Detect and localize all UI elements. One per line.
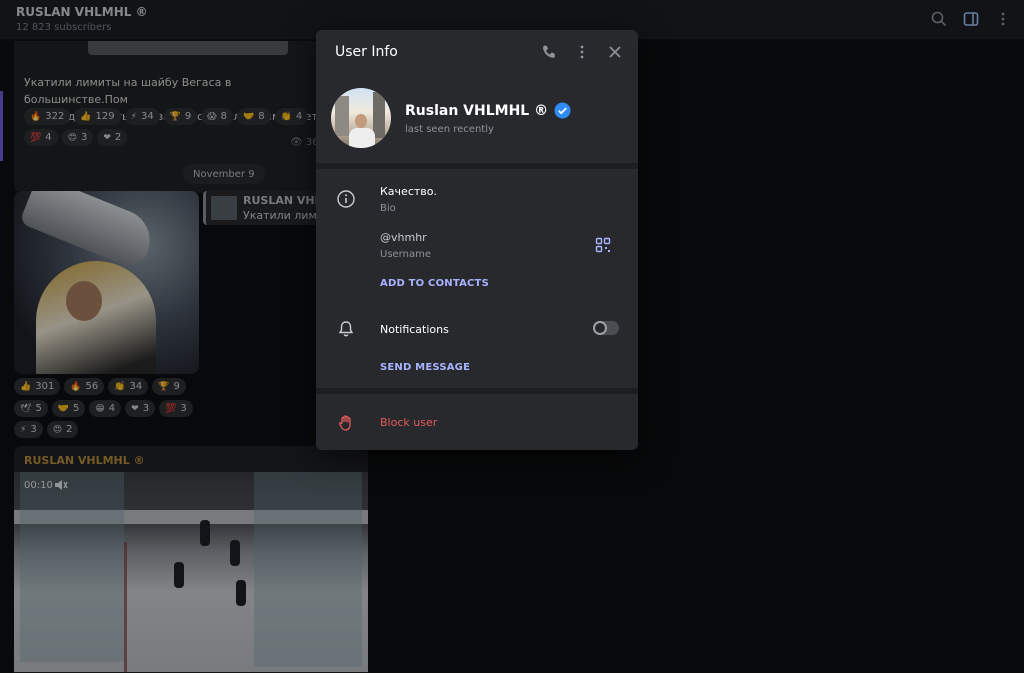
add-to-contacts-button[interactable]: ADD TO CONTACTS: [380, 278, 489, 289]
bio-label: Bio: [380, 203, 396, 214]
hand-stop-icon: [336, 413, 356, 433]
user-status: last seen recently: [405, 124, 494, 135]
info-icon: [336, 189, 356, 209]
verified-badge-icon: [554, 102, 571, 119]
avatar-building: [373, 92, 385, 138]
more-vertical-icon[interactable]: [573, 43, 591, 61]
section-divider: [316, 388, 638, 394]
qr-code-icon[interactable]: [595, 237, 611, 253]
block-user-button[interactable]: Block user: [380, 416, 437, 429]
username-label: Username: [380, 249, 431, 260]
notifications-toggle[interactable]: [593, 321, 619, 335]
avatar-building: [335, 96, 349, 136]
username-value[interactable]: @vhmhr: [380, 231, 427, 244]
notifications-label: Notifications: [380, 323, 449, 336]
user-name: Ruslan VHLMHL ®: [405, 102, 549, 119]
dialog-title: User Info: [335, 44, 398, 60]
section-divider: [316, 163, 638, 169]
user-info-dialog: User Info Ruslan VHLMHL ® last seen rece…: [316, 30, 638, 450]
toggle-knob: [593, 321, 607, 335]
bio-value: Качество.: [380, 185, 437, 198]
avatar-face: [355, 114, 367, 128]
avatar-body: [349, 128, 375, 148]
phone-icon[interactable]: [540, 43, 558, 61]
bell-icon: [336, 319, 356, 339]
send-message-button[interactable]: SEND MESSAGE: [380, 362, 470, 373]
close-icon[interactable]: [606, 43, 624, 61]
avatar[interactable]: [331, 88, 391, 148]
user-name-row: Ruslan VHLMHL ®: [405, 102, 571, 119]
